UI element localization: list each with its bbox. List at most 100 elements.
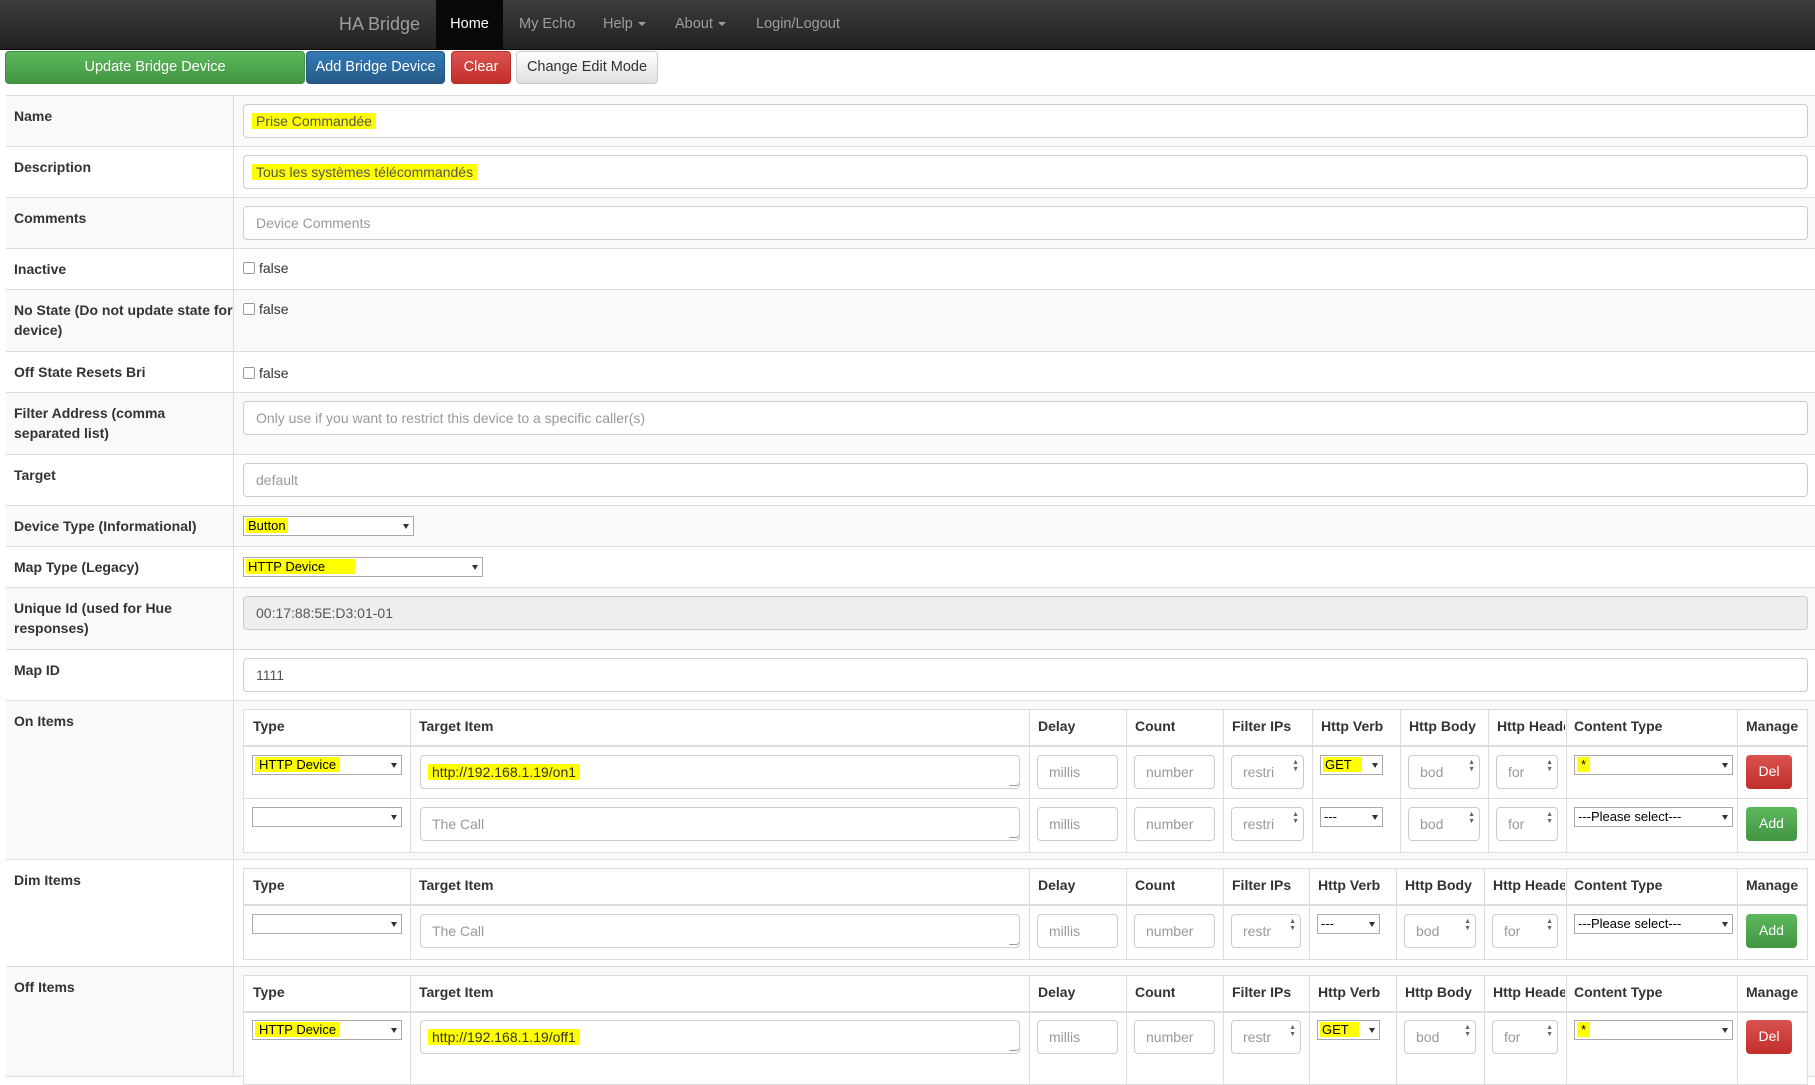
change-edit-mode-button[interactable]: Change Edit Mode: [516, 51, 658, 84]
col-delay: Delay: [1038, 984, 1076, 1000]
col-http-headers: Http Headers: [1497, 718, 1565, 734]
nav-my-echo[interactable]: My Echo: [519, 0, 575, 50]
dim-delay-input[interactable]: millis: [1037, 914, 1118, 948]
off-items-label: Off Items: [14, 979, 75, 995]
col-delay: Delay: [1038, 877, 1076, 893]
col-delay: Delay: [1038, 718, 1076, 734]
brand-title[interactable]: HA Bridge: [339, 0, 420, 48]
col-http-headers: Http Headers: [1493, 877, 1565, 893]
dim-verb-select[interactable]: ---: [1317, 914, 1380, 934]
on-body-input-new[interactable]: bod ▲ ▼: [1408, 807, 1480, 841]
nav-login-logout[interactable]: Login/Logout: [756, 0, 840, 50]
update-bridge-device-button[interactable]: Update Bridge Device: [5, 51, 305, 84]
unique-id-row: Unique Id (used for Hue responses) 00:17…: [6, 588, 1815, 650]
map-type-select[interactable]: HTTP Device: [243, 557, 483, 577]
nav-home[interactable]: Home: [436, 0, 503, 50]
dim-type-select[interactable]: [252, 914, 402, 934]
off-items-row: Off Items Type Target Item Delay Count F…: [6, 967, 1815, 1085]
description-label: Description: [14, 159, 92, 175]
filter-address-row: Filter Address (comma separated list) On…: [6, 393, 1815, 455]
off-state-checkbox[interactable]: false: [243, 365, 289, 381]
on-content-type-select[interactable]: *: [1574, 755, 1733, 775]
col-count: Count: [1135, 718, 1176, 734]
description-input[interactable]: Tous les systèmes télécommandés: [243, 155, 1808, 189]
on-headers-input[interactable]: for ▲ ▼: [1496, 755, 1558, 789]
comments-row: Comments Device Comments: [6, 198, 1815, 249]
name-row: Name Prise Commandée: [6, 96, 1815, 147]
off-body-input[interactable]: bod ▲ ▼: [1404, 1020, 1476, 1054]
device-type-row: Device Type (Informational) Button: [6, 506, 1815, 547]
on-body-input[interactable]: bod ▲ ▼: [1408, 755, 1480, 789]
unique-id-input: 00:17:88:5E:D3:01-01: [243, 596, 1808, 630]
on-type-select-new[interactable]: [252, 807, 402, 827]
on-filter-input-new[interactable]: restri ▲ ▼: [1231, 807, 1304, 841]
comments-input[interactable]: Device Comments: [243, 206, 1808, 240]
name-label: Name: [14, 108, 53, 124]
name-input[interactable]: Prise Commandée: [243, 104, 1808, 138]
map-id-label: Map ID: [14, 662, 60, 678]
off-delay-input[interactable]: millis: [1037, 1020, 1118, 1054]
off-target-input[interactable]: http://192.168.1.19/off1: [420, 1020, 1020, 1054]
dim-filter-input[interactable]: restr ▲ ▼: [1231, 914, 1301, 948]
on-type-select[interactable]: HTTP Device: [252, 755, 402, 775]
map-id-input[interactable]: 1111: [243, 658, 1808, 692]
map-type-label: Map Type (Legacy): [14, 559, 139, 575]
inactive-checkbox[interactable]: false: [243, 260, 289, 276]
dim-target-input[interactable]: The Call: [420, 914, 1020, 948]
on-count-input-new[interactable]: number: [1134, 807, 1215, 841]
map-id-row: Map ID 1111: [6, 650, 1815, 701]
map-type-row: Map Type (Legacy) HTTP Device: [6, 547, 1815, 588]
inactive-label: Inactive: [14, 261, 67, 277]
device-form: Name Prise Commandée Description Tous le…: [6, 95, 1815, 1085]
device-type-label: Device Type (Informational): [14, 518, 197, 534]
off-content-type-select[interactable]: *: [1574, 1020, 1733, 1040]
device-type-select[interactable]: Button: [243, 516, 414, 536]
off-verb-select[interactable]: GET: [1317, 1020, 1380, 1040]
off-type-select[interactable]: HTTP Device: [252, 1020, 402, 1040]
col-count: Count: [1135, 877, 1176, 893]
target-input[interactable]: default: [243, 463, 1808, 497]
no-state-checkbox[interactable]: false: [243, 301, 289, 317]
no-state-row: No State (Do not update state for device…: [6, 290, 1815, 352]
comments-label: Comments: [14, 210, 87, 226]
dim-headers-input[interactable]: for ▲ ▼: [1492, 914, 1558, 948]
dim-items-row: Dim Items Type Target Item Delay Count F…: [6, 860, 1815, 967]
off-count-input[interactable]: number: [1134, 1020, 1215, 1054]
on-add-button[interactable]: Add: [1746, 807, 1797, 841]
on-items-table: Type Target Item Delay Count Filter IPs …: [243, 709, 1808, 853]
off-delete-button[interactable]: Del: [1746, 1020, 1792, 1054]
on-items-label: On Items: [14, 713, 74, 729]
on-filter-input[interactable]: restri ▲ ▼: [1231, 755, 1304, 789]
on-target-input[interactable]: http://192.168.1.19/on1: [420, 755, 1020, 789]
on-delay-input[interactable]: millis: [1037, 755, 1118, 789]
dim-items-label: Dim Items: [14, 872, 81, 888]
off-filter-input[interactable]: restr ▲ ▼: [1231, 1020, 1301, 1054]
on-target-input-new[interactable]: The Call: [420, 807, 1020, 841]
filter-address-input[interactable]: Only use if you want to restrict this de…: [243, 401, 1808, 435]
inactive-row: Inactive false: [6, 249, 1815, 290]
nav-help-dropdown[interactable]: Help: [603, 0, 646, 50]
on-delete-button[interactable]: Del: [1746, 755, 1792, 789]
col-type: Type: [253, 718, 285, 734]
on-delay-input-new[interactable]: millis: [1037, 807, 1118, 841]
on-headers-input-new[interactable]: for ▲ ▼: [1496, 807, 1558, 841]
on-count-input[interactable]: number: [1134, 755, 1215, 789]
nav-about-dropdown[interactable]: About: [675, 0, 726, 50]
on-content-type-select-new[interactable]: ---Please select---: [1574, 807, 1733, 827]
on-verb-select-new[interactable]: ---: [1320, 807, 1383, 827]
dim-add-button[interactable]: Add: [1746, 914, 1797, 948]
clear-button[interactable]: Clear: [451, 51, 511, 84]
col-manage: Manage: [1746, 984, 1799, 1000]
col-filter-ips: Filter IPs: [1232, 718, 1292, 734]
chevron-down-icon: [717, 22, 726, 27]
dim-content-type-select[interactable]: ---Please select---: [1574, 914, 1733, 934]
col-http-body: Http Body: [1405, 877, 1472, 893]
add-bridge-device-button[interactable]: Add Bridge Device: [306, 51, 445, 84]
target-row: Target default: [6, 455, 1815, 506]
dim-count-input[interactable]: number: [1134, 914, 1215, 948]
on-verb-select[interactable]: GET: [1320, 755, 1383, 775]
off-state-row: Off State Resets Bri false: [6, 352, 1815, 393]
col-manage: Manage: [1746, 718, 1799, 734]
off-headers-input[interactable]: for ▲ ▼: [1492, 1020, 1558, 1054]
dim-body-input[interactable]: bod ▲ ▼: [1404, 914, 1476, 948]
